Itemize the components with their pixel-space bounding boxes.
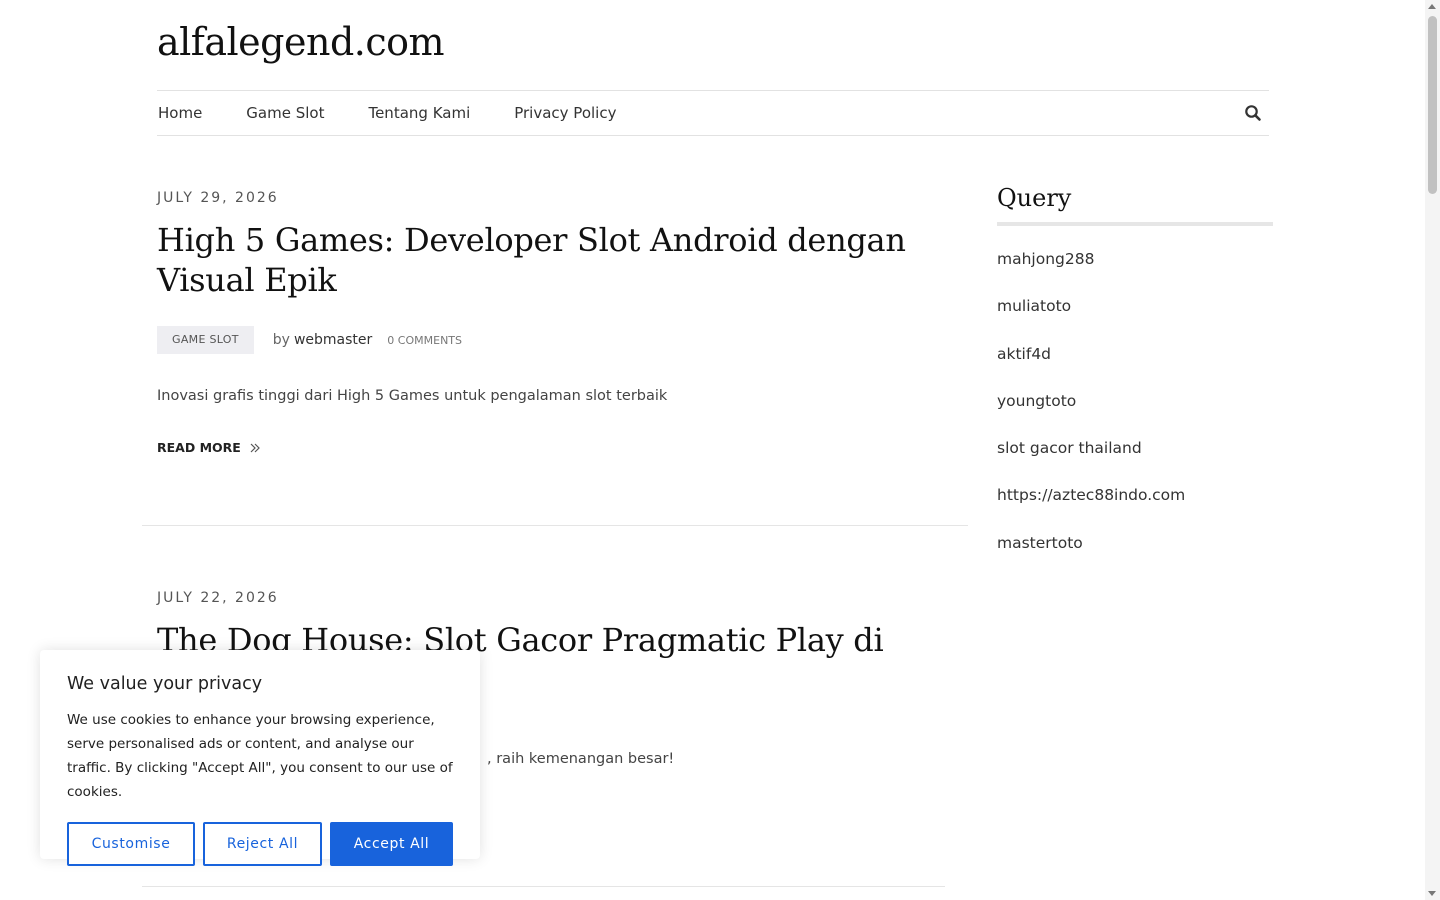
post-title[interactable]: High 5 Games: Developer Slot Android den…	[157, 220, 947, 300]
scroll-down-arrow-icon[interactable]	[1428, 891, 1436, 896]
widget-title: Query	[997, 184, 1273, 226]
sidebar: Query mahjong288 muliatoto aktif4d young…	[997, 184, 1273, 581]
post-date: JULY 22, 2026	[157, 590, 279, 606]
customise-button[interactable]: Customise	[67, 822, 195, 866]
widget-list: mahjong288 muliatoto aktif4d youngtoto s…	[997, 250, 1273, 581]
accept-all-button[interactable]: Accept All	[330, 822, 453, 866]
by-label: by	[272, 332, 290, 348]
widget-link[interactable]: https://aztec88indo.com	[997, 486, 1273, 533]
author-link[interactable]: webmaster	[294, 332, 372, 348]
scroll-up-arrow-icon[interactable]	[1428, 4, 1436, 9]
post-divider	[142, 525, 968, 526]
post-divider	[142, 886, 945, 887]
post-meta: GAME SLOT by webmaster 0 COMMENTS	[157, 326, 947, 354]
nav-item-home[interactable]: Home	[158, 104, 202, 122]
nav-item-tentang-kami[interactable]: Tentang Kami	[368, 104, 470, 122]
post-excerpt: , raih kemenangan besar!	[487, 751, 675, 767]
double-chevron-right-icon	[249, 442, 261, 454]
widget-link[interactable]: mahjong288	[997, 250, 1273, 297]
cookie-text: We use cookies to enhance your browsing …	[67, 712, 453, 800]
post-date: JULY 29, 2026	[157, 190, 279, 206]
widget-link[interactable]: aktif4d	[997, 345, 1273, 392]
widget-link[interactable]: youngtoto	[997, 392, 1273, 439]
site-title[interactable]: alfalegend.com	[157, 20, 445, 64]
scroll-thumb[interactable]	[1428, 16, 1437, 194]
nav-item-game-slot[interactable]: Game Slot	[246, 104, 324, 122]
cookie-buttons: Customise Reject All Accept All	[67, 822, 453, 866]
search-icon[interactable]	[1243, 103, 1263, 123]
cookie-title: We value your privacy	[67, 674, 263, 694]
nav-item-privacy-policy[interactable]: Privacy Policy	[514, 104, 616, 122]
widget-link[interactable]: slot gacor thailand	[997, 439, 1273, 486]
widget-link[interactable]: mastertoto	[997, 534, 1273, 581]
main-nav: Home Game Slot Tentang Kami Privacy Poli…	[157, 90, 1269, 136]
read-more-link[interactable]: READ MORE	[157, 440, 947, 455]
category-badge[interactable]: GAME SLOT	[157, 326, 254, 354]
cookie-consent-banner: We value your privacy We use cookies to …	[40, 650, 480, 866]
page-scrollbar[interactable]	[1425, 0, 1440, 900]
post-excerpt: Inovasi grafis tinggi dari High 5 Games …	[157, 388, 668, 404]
post-1: JULY 29, 2026 High 5 Games: Developer Sl…	[157, 190, 947, 455]
reject-all-button[interactable]: Reject All	[203, 822, 322, 866]
comments-link[interactable]: 0 COMMENTS	[387, 334, 462, 347]
read-more-label: READ MORE	[157, 440, 241, 455]
widget-link[interactable]: muliatoto	[997, 297, 1273, 344]
